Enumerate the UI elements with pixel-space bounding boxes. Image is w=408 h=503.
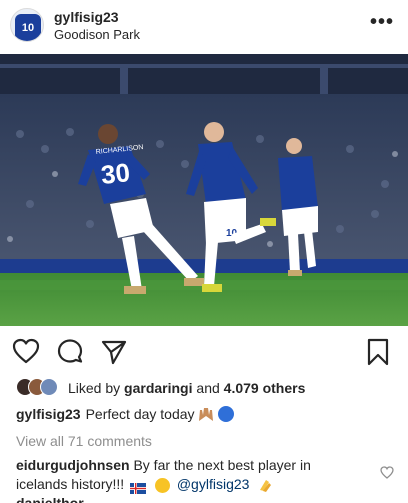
avatar[interactable]: 10 [10,8,44,42]
post-header: 10 gylfisig23 Goodison Park ••• [0,0,408,50]
likes-count[interactable]: 4.079 others [224,380,306,396]
liker-avatar [40,378,58,396]
comment-icon[interactable] [56,338,84,371]
caption: gylfisig23 Perfect day today [16,404,234,424]
blue-circle-emoji-icon [217,406,234,422]
location[interactable]: Goodison Park [54,27,140,43]
likes-middle: and [192,380,224,396]
avatar-number: 10 [21,22,35,34]
photo-illustration: RICHARLISON 30 10 [0,54,408,326]
raised-hands-emoji-icon [197,406,215,422]
next-comment-username[interactable]: danielthor [16,495,84,503]
liker-username[interactable]: gardaringi [124,380,192,396]
caption-username[interactable]: gylfisig23 [16,404,81,424]
username[interactable]: gylfisig23 [54,9,140,25]
likes-text: Liked by gardaringi and 4.079 others [68,379,305,397]
comment-like-heart-icon[interactable] [380,466,394,484]
action-bar [0,334,408,370]
share-icon[interactable] [100,338,128,371]
liker-avatars [16,378,62,398]
iceland-flag-emoji-icon [130,480,147,494]
bookmark-icon[interactable] [366,338,390,371]
post-photo[interactable]: RICHARLISON 30 10 [0,54,408,326]
likes-prefix: Liked by [68,380,125,396]
instagram-post: 10 gylfisig23 Goodison Park ••• RICHARLI… [0,0,408,503]
header-text: gylfisig23 Goodison Park [54,9,140,43]
comment-mention[interactable]: @gylfisig23 [177,476,250,492]
grinning-emoji-icon [154,477,170,493]
caption-text: Perfect day today [85,406,195,422]
heart-icon[interactable] [12,338,40,369]
comment: eidurgudjohnsen By far the next best pla… [16,456,366,494]
svg-text:30: 30 [99,157,131,190]
comment-username[interactable]: eidurgudjohnsen [16,457,130,473]
likes-row[interactable]: Liked by gardaringi and 4.079 others [16,378,305,398]
view-all-comments-link[interactable]: View all 71 comments [16,432,152,450]
clapping-hands-emoji-icon [257,477,273,493]
more-icon[interactable]: ••• [370,12,394,32]
